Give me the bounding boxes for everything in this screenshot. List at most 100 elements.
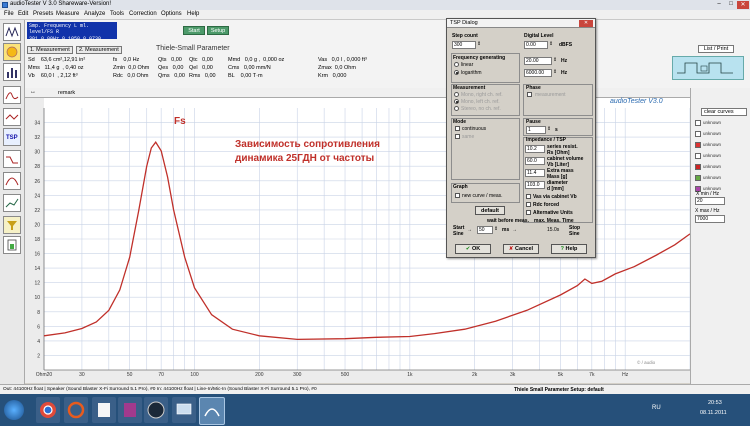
same-label: same — [462, 134, 475, 140]
status-mode: Thiele Small Parameter Setup: default — [514, 387, 604, 393]
notes-icon[interactable] — [92, 397, 116, 423]
y-tick-label: 12 — [34, 281, 40, 287]
x-tick-label: 100 — [190, 372, 199, 378]
alt-units-checkbox[interactable] — [526, 210, 531, 215]
x-tick-label: 5k — [558, 372, 564, 378]
y-tick-label: 30 — [34, 150, 40, 156]
step-count-spinner-icon[interactable]: ⇕ — [477, 41, 481, 47]
linear-label: linear — [461, 62, 474, 68]
digital-level-spinner-icon[interactable]: ⇕ — [549, 41, 553, 47]
vas-via-cabinet-checkbox[interactable] — [526, 194, 531, 199]
cancel-button[interactable]: ✘ Cancel — [503, 244, 539, 254]
meas-right-radio[interactable] — [454, 92, 459, 97]
freq-from-spinner-icon[interactable]: ⇕ — [553, 57, 557, 63]
x-tick-label: 300 — [293, 372, 302, 378]
brand-label: audioTester V3.0 — [610, 98, 663, 105]
ok-button[interactable]: ✔ OK — [455, 244, 491, 254]
curve-checkbox[interactable] — [695, 153, 701, 159]
d-unit-label: d [mm] — [547, 186, 564, 192]
freq-to-unit: Hz — [561, 70, 568, 76]
dialog-title: TSP Dialog — [447, 19, 595, 28]
help-label: Help — [565, 246, 578, 252]
logarithm-radio[interactable] — [454, 70, 459, 75]
series-resist-input[interactable]: 10.2 — [525, 145, 545, 153]
y-tick-label: 16 — [34, 252, 40, 258]
xmax-input[interactable]: 7000 — [695, 215, 725, 223]
checkmark-icon: ✔ — [465, 246, 471, 252]
wait-spinner-icon[interactable]: ⇕ — [494, 226, 498, 232]
clock-date: 08.11.2011 — [700, 410, 727, 416]
new-curve-label: new curve / meas. — [462, 193, 503, 199]
extra-mass-input[interactable]: 11.4 — [525, 169, 545, 177]
curve-label: unknown — [703, 164, 722, 169]
freq-to-spinner-icon[interactable]: ⇕ — [553, 69, 557, 75]
cabinet-volume-input[interactable]: 60.0 — [525, 157, 545, 165]
curve-checkbox[interactable] — [695, 131, 701, 137]
app-o-icon[interactable] — [64, 397, 88, 423]
phase-measurement-label: measurement — [535, 92, 566, 98]
continuous-checkbox[interactable] — [455, 126, 460, 131]
new-curve-checkbox[interactable] — [455, 193, 460, 198]
same-checkbox[interactable] — [455, 134, 460, 139]
freq-from-unit: Hz — [561, 58, 568, 64]
clear-curves-button[interactable]: clear curves — [701, 108, 747, 116]
continuous-label: continuous — [462, 126, 487, 132]
ok-label: OK — [471, 246, 481, 252]
curves-panel: clear curves unknown unknown unknown unk… — [690, 88, 750, 384]
curve-checkbox[interactable] — [695, 120, 701, 126]
alt-units-label: Alternative Units — [533, 210, 573, 216]
xmin-input[interactable]: 20 — [695, 197, 725, 205]
chrome-icon[interactable] — [36, 397, 60, 423]
audiotester-taskbar-icon[interactable] — [199, 397, 225, 425]
default-button[interactable]: default — [475, 206, 505, 215]
y-tick-label: 6 — [37, 324, 40, 330]
rdc-forced-checkbox[interactable] — [526, 202, 531, 207]
pause-unit: s — [555, 127, 558, 133]
steam-icon[interactable] — [144, 397, 168, 423]
y-tick-label: 20 — [34, 222, 40, 228]
x-tick-label: 500 — [341, 372, 350, 378]
step-count-label: Step count — [452, 33, 478, 39]
y-tick-label: 26 — [34, 179, 40, 185]
curve-checkbox[interactable] — [695, 175, 701, 181]
curve-label: unknown — [703, 131, 722, 136]
x-tick-label: Hz — [622, 372, 629, 378]
start-menu-icon[interactable] — [4, 400, 24, 420]
fs-annotation: Fs — [174, 116, 186, 127]
frequency-group-label: Frequency generating — [453, 55, 506, 61]
wait-input[interactable]: 50 — [477, 226, 493, 234]
curve-checkbox[interactable] — [695, 142, 701, 148]
impedance-group-label: Impedance / TSP — [526, 137, 567, 143]
language-indicator[interactable]: RU — [652, 405, 661, 411]
step-count-input[interactable]: 300 — [452, 41, 476, 49]
xmax-label: X max / Hz — [695, 208, 720, 214]
pause-spinner-icon[interactable]: ⇕ — [547, 126, 551, 132]
linear-radio[interactable] — [454, 62, 459, 67]
help-button[interactable]: ? Help — [551, 244, 587, 254]
diameter-input[interactable]: 103.0 — [525, 181, 545, 189]
meas-right-label: Mono, right ch. ref. — [461, 92, 503, 98]
dialog-close-button[interactable]: ✕ — [579, 20, 593, 27]
curve-label: unknown — [703, 142, 722, 147]
x-tick-label: Ohm20 — [36, 372, 53, 378]
y-tick-label: 10 — [34, 295, 40, 301]
meas-stereo-radio[interactable] — [454, 106, 459, 111]
monitor-icon[interactable] — [172, 397, 196, 423]
pause-input[interactable]: 1 — [526, 126, 546, 134]
arrow-right-icon-2: → — [512, 227, 517, 233]
x-tick-label: 3k — [510, 372, 516, 378]
help-icon: ? — [560, 246, 564, 252]
freq-from-input[interactable]: 20.00 — [524, 57, 552, 65]
archiver-icon[interactable] — [118, 397, 142, 423]
y-tick-label: 34 — [34, 121, 40, 127]
meas-left-radio[interactable] — [454, 99, 459, 104]
curve-checkbox[interactable] — [695, 164, 701, 170]
y-tick-label: 14 — [34, 266, 40, 272]
y-tick-label: 22 — [34, 208, 40, 214]
digital-level-input[interactable]: 0.00 — [524, 41, 548, 49]
status-bar: Out: 44100Hz float | Speaker (Sound Blas… — [0, 384, 750, 394]
dbfs-unit: dBFS — [559, 42, 573, 48]
stop-sine-label: Sine — [569, 231, 580, 237]
freq-to-input[interactable]: 6000.00 — [524, 69, 552, 77]
phase-measurement-checkbox[interactable] — [527, 92, 532, 97]
